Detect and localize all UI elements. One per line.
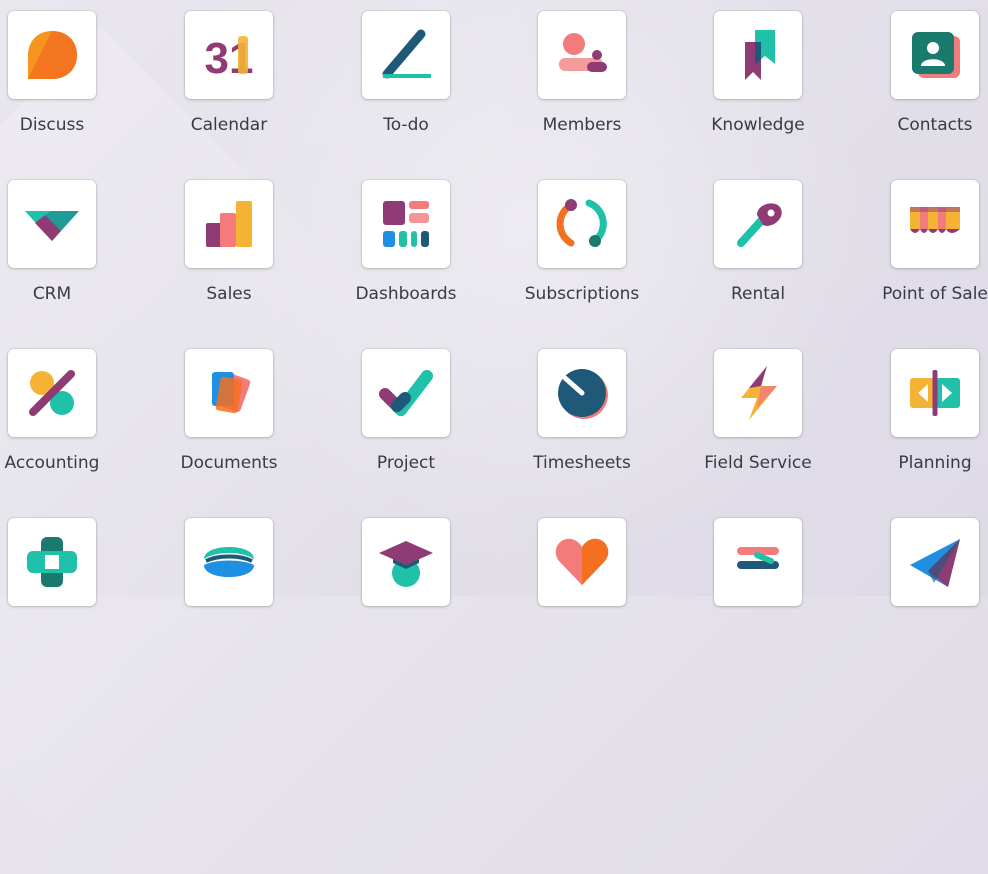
todo-icon bbox=[382, 29, 431, 79]
app-label: Field Service bbox=[704, 453, 812, 473]
app-label: Rental bbox=[730, 284, 786, 304]
heart-icon bbox=[555, 538, 609, 585]
app-label: Timesheets bbox=[533, 453, 631, 473]
field-service-icon bbox=[741, 366, 777, 420]
knowledge-icon bbox=[745, 30, 775, 80]
app-label: To-do bbox=[383, 115, 429, 135]
app-contacts[interactable]: Contacts bbox=[875, 11, 988, 161]
app-crm[interactable]: CRM bbox=[0, 180, 112, 330]
app-label: Sales bbox=[206, 284, 252, 304]
app-label: Point of Sale bbox=[882, 284, 988, 304]
calendar-icon: 31 bbox=[205, 34, 254, 83]
app-knowledge[interactable]: Knowledge bbox=[698, 11, 818, 161]
app-accounting[interactable]: Accounting bbox=[0, 349, 112, 499]
members-icon bbox=[559, 33, 607, 72]
app-subscriptions[interactable]: Subscriptions bbox=[522, 180, 642, 330]
app-todo[interactable]: To-do bbox=[346, 11, 466, 161]
app-label: Discuss bbox=[19, 115, 85, 135]
rental-icon bbox=[737, 203, 782, 247]
timesheets-icon bbox=[558, 369, 608, 419]
app-label: Planning bbox=[898, 453, 972, 473]
app-label: Subscriptions bbox=[524, 284, 640, 304]
crm-icon bbox=[25, 211, 79, 241]
point-of-sale-icon bbox=[910, 207, 960, 233]
arrows-icon bbox=[737, 547, 779, 569]
app-label: Dashboards bbox=[355, 284, 457, 304]
project-icon bbox=[379, 370, 433, 416]
graduation-cap-icon bbox=[379, 541, 433, 587]
subscriptions-icon bbox=[556, 199, 607, 247]
app-label: Contacts bbox=[897, 115, 973, 135]
app-project[interactable]: Project bbox=[346, 349, 466, 499]
paper-plane-icon bbox=[910, 539, 960, 587]
app-sales[interactable]: Sales bbox=[169, 180, 289, 330]
contacts-icon bbox=[912, 32, 960, 78]
app-label: Calendar bbox=[190, 115, 268, 135]
app-label: Documents bbox=[180, 453, 278, 473]
planning-icon bbox=[910, 370, 960, 416]
app-education[interactable] bbox=[346, 518, 466, 668]
app-point-of-sale[interactable]: Point of Sale bbox=[875, 180, 988, 330]
medical-cross-icon bbox=[27, 537, 77, 587]
app-dashboards[interactable]: Dashboards bbox=[346, 180, 466, 330]
app-heart[interactable] bbox=[522, 518, 642, 668]
accounting-icon bbox=[29, 370, 75, 416]
app-arrows[interactable] bbox=[698, 518, 818, 668]
app-timesheets[interactable]: Timesheets bbox=[522, 349, 642, 499]
app-documents[interactable]: Documents bbox=[169, 349, 289, 499]
app-label: Members bbox=[542, 115, 622, 135]
app-discuss[interactable]: Discuss bbox=[0, 11, 112, 161]
app-calendar[interactable]: 31 Calendar bbox=[169, 11, 289, 161]
app-planning[interactable]: Planning bbox=[875, 349, 988, 499]
app-label: Knowledge bbox=[711, 115, 805, 135]
discuss-icon bbox=[28, 31, 77, 79]
app-members[interactable]: Members bbox=[522, 11, 642, 161]
app-label: CRM bbox=[32, 284, 72, 304]
app-label: Accounting bbox=[4, 453, 100, 473]
dashboards-icon bbox=[383, 201, 429, 247]
app-field-service[interactable]: Field Service bbox=[698, 349, 818, 499]
app-rental[interactable]: Rental bbox=[698, 180, 818, 330]
app-waves[interactable] bbox=[169, 518, 289, 668]
sales-icon bbox=[206, 201, 252, 247]
app-email-marketing[interactable] bbox=[875, 518, 988, 668]
waves-icon bbox=[204, 547, 254, 577]
app-label: Project bbox=[376, 453, 436, 473]
app-medical[interactable] bbox=[0, 518, 112, 668]
documents-icon bbox=[212, 372, 251, 414]
